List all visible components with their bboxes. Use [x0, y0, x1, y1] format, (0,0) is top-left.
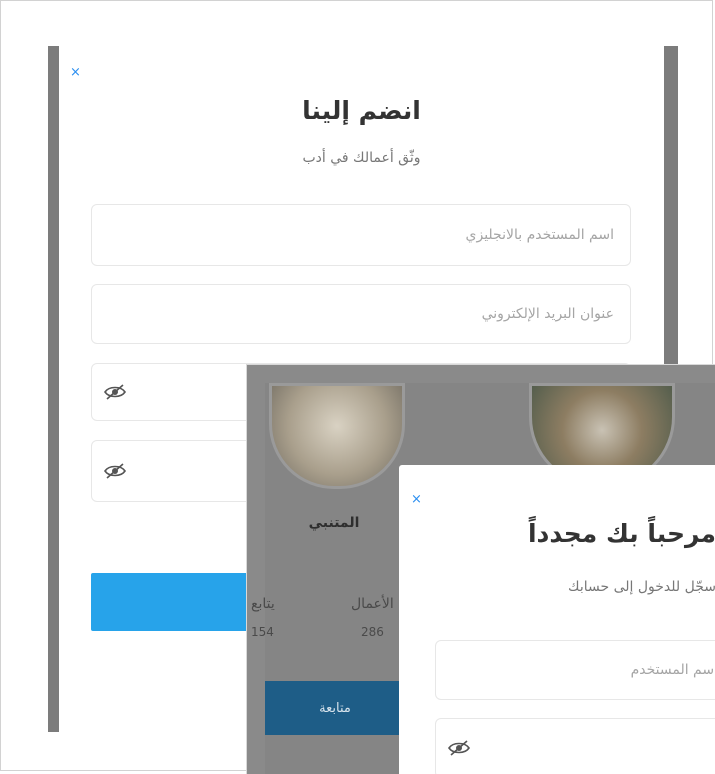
signup-subtitle: وثّق أعمالك في أدب: [302, 150, 421, 166]
login-username-placeholder: اسم المستخدم: [630, 662, 715, 678]
login-modal: × مرحباً بك مجدداً سجّل للدخول إلى حسابك…: [399, 465, 715, 774]
eye-slash-icon[interactable]: [104, 463, 126, 479]
username-placeholder: اسم المستخدم بالانجليزي: [465, 227, 614, 243]
login-title: مرحباً بك مجدداً: [527, 519, 715, 548]
stat-label: الأعمال: [351, 596, 394, 612]
modal-backdrop-right: [664, 46, 678, 366]
email-placeholder: عنوان البريد الإلكتروني: [481, 306, 614, 322]
stat-value: 286: [361, 625, 384, 639]
eye-slash-icon[interactable]: [448, 740, 470, 756]
close-icon[interactable]: ×: [70, 66, 81, 79]
signup-title: انضم إلينا: [302, 96, 421, 125]
username-field[interactable]: اسم المستخدم بالانجليزي: [91, 204, 631, 266]
eye-slash-icon[interactable]: [104, 384, 126, 400]
poet-avatar: [269, 383, 405, 489]
modal-backdrop-left: [48, 46, 59, 732]
login-subtitle: سجّل للدخول إلى حسابك: [568, 579, 715, 595]
email-field[interactable]: عنوان البريد الإلكتروني: [91, 284, 631, 344]
stat-value: 154: [251, 625, 274, 639]
stat-label: يتابع: [251, 596, 275, 612]
follow-button[interactable]: متابعة: [265, 681, 405, 735]
login-username-field[interactable]: اسم المستخدم: [435, 640, 715, 700]
login-screenshot: المتنبي الأعمال 286 يتابع 154 متابعة × م…: [246, 364, 715, 774]
poet-name[interactable]: المتنبي: [265, 515, 403, 531]
login-password-field[interactable]: [435, 718, 715, 774]
close-icon[interactable]: ×: [411, 493, 422, 506]
